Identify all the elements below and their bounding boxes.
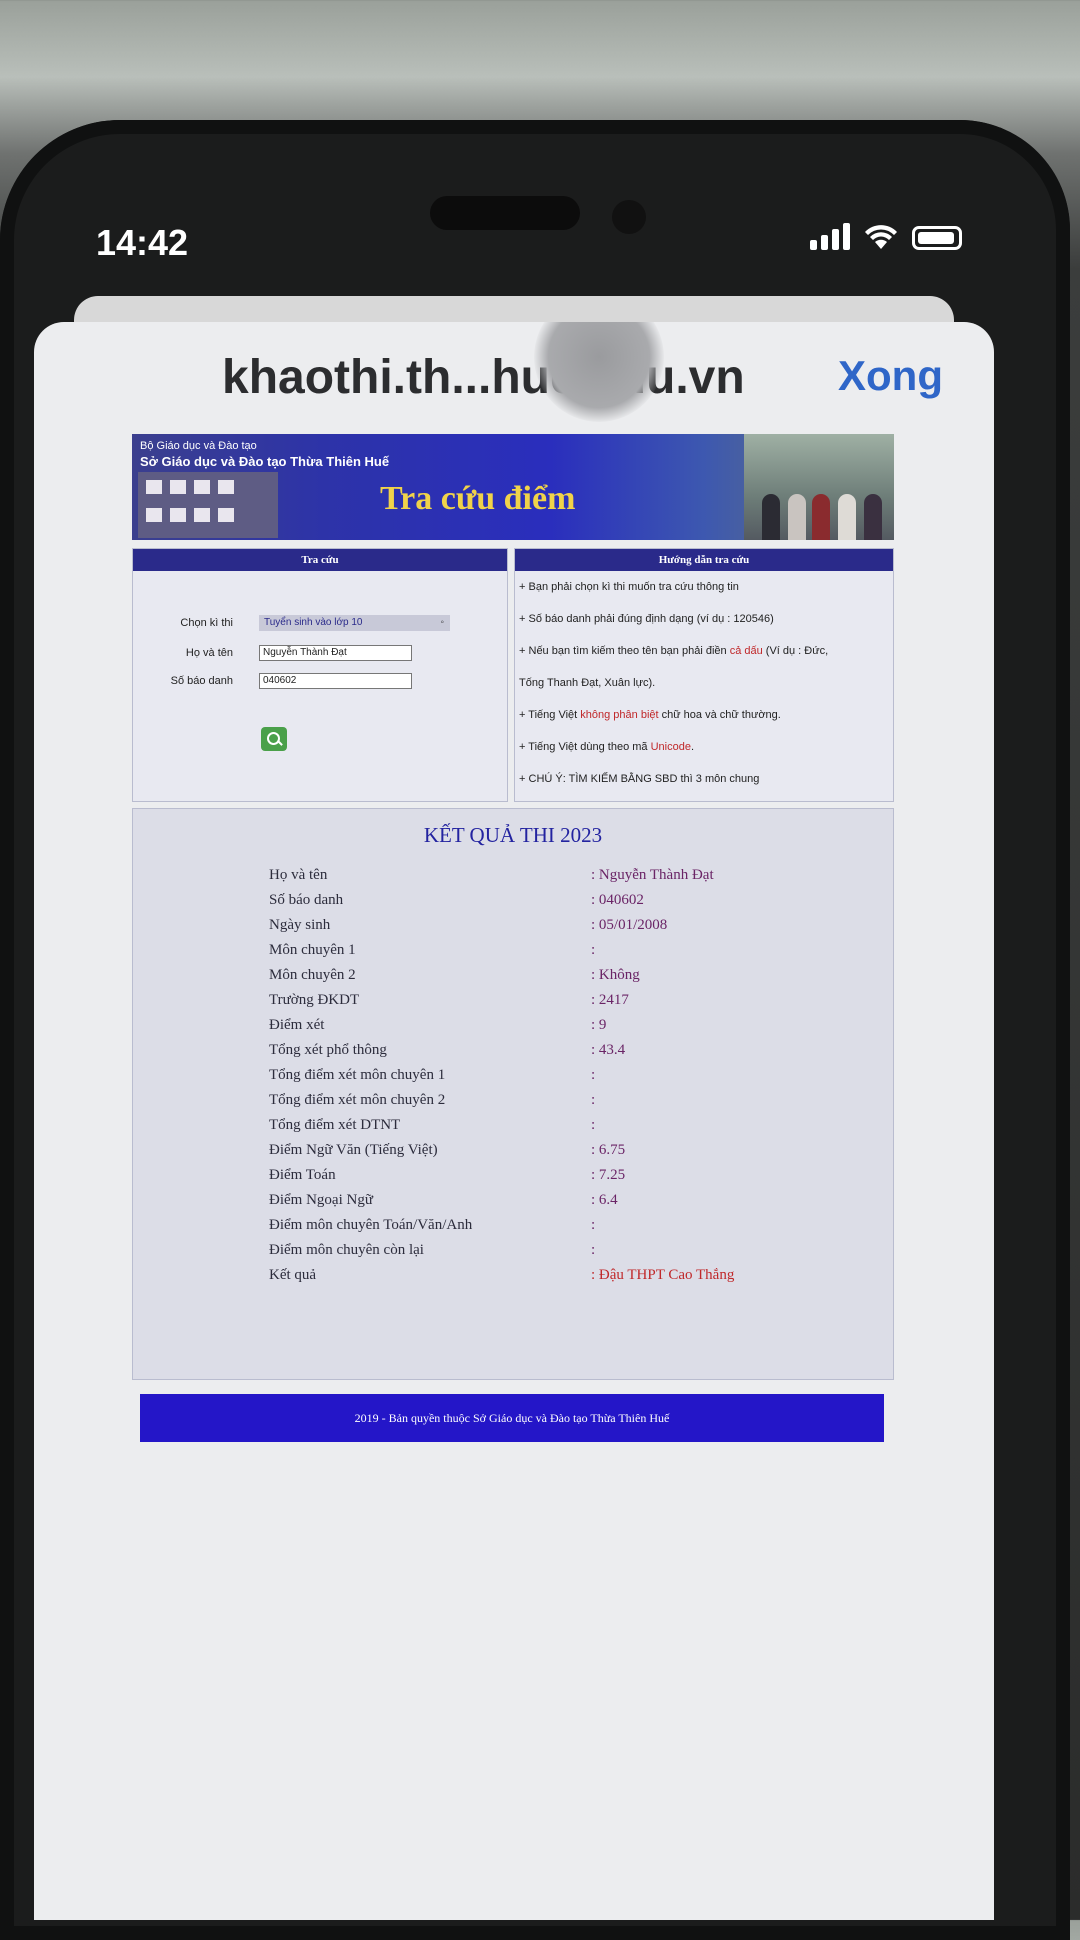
search-panel-header: Tra cứu xyxy=(133,549,508,571)
result-value: : 43.4 xyxy=(591,1042,626,1058)
result-label: Môn chuyên 2 xyxy=(269,967,356,983)
sbd-input[interactable]: 040602 xyxy=(259,673,412,689)
result-label: Tổng điểm xét môn chuyên 1 xyxy=(269,1067,446,1083)
result-row: Điểm Ngoại Ngữ : 6.4 xyxy=(269,1192,809,1212)
sbd-label: Số báo danh xyxy=(170,675,233,687)
result-row: Tổng điểm xét DTNT: xyxy=(269,1117,809,1137)
result-label: Điểm môn chuyên Toán/Văn/Anh xyxy=(269,1217,473,1233)
result-value: : 040602 xyxy=(591,892,644,908)
result-title: KẾT QUẢ THI 2023 xyxy=(423,823,603,847)
guide-line-7: + CHÚ Ý: TÌM KIẾM BẰNG SBD thì 3 môn chu… xyxy=(519,773,760,785)
exam-select[interactable]: Tuyển sinh vào lớp 10 ◦ xyxy=(259,615,450,631)
result-row: Điểm môn chuyên còn lại: xyxy=(269,1242,809,1262)
select-arrow-icon: ◦ xyxy=(440,617,444,628)
result-value: : xyxy=(591,1092,596,1108)
url-label[interactable]: khaothi.th...hue.edu.vn xyxy=(222,350,745,405)
browser-top-bar: khaothi.th...hue.edu.vn Xong xyxy=(34,322,994,442)
guide-line-1: + Bạn phải chọn kì thi muốn tra cứu thôn… xyxy=(519,581,739,593)
result-label: Điểm môn chuyên còn lại xyxy=(269,1242,424,1258)
result-value: : xyxy=(591,1117,596,1133)
result-value: : 6.4 xyxy=(591,1192,618,1208)
department-name: Sở Giáo dục và Đào tạo Thừa Thiên Huế xyxy=(140,454,390,469)
result-value: : 9 xyxy=(591,1017,607,1033)
done-button[interactable]: Xong xyxy=(838,352,943,400)
status-time: 14:42 xyxy=(96,222,189,263)
status-icons xyxy=(810,222,962,250)
name-label: Họ và tên xyxy=(185,647,233,659)
guide-line-2: + Số báo danh phải đúng định dạng (ví dụ… xyxy=(519,613,774,625)
result-label: Trường ĐKDT xyxy=(269,992,360,1008)
guide-panel: Hướng dẫn tra cứu + Bạn phải chọn kì thi… xyxy=(514,548,894,802)
result-row: Tổng điểm xét môn chuyên 1: xyxy=(269,1067,809,1087)
guide-line-3: + Nếu bạn tìm kiếm theo tên bạn phải điề… xyxy=(519,645,829,657)
result-value: : 05/01/2008 xyxy=(591,917,668,933)
result-row: Số báo danh : 040602 xyxy=(269,892,809,912)
result-label: Điểm Ngoại Ngữ xyxy=(269,1192,373,1208)
result-row: Kết quả : Đậu THPT Cao Thắng xyxy=(269,1267,809,1287)
result-row: Tổng điểm xét môn chuyên 2: xyxy=(269,1092,809,1112)
result-value: : xyxy=(591,1242,596,1258)
result-label: Điểm Toán xyxy=(269,1167,336,1183)
result-value: : 2417 xyxy=(591,992,629,1008)
result-label: Ngày sinh xyxy=(269,917,331,933)
exam-label: Chọn kì thi xyxy=(180,617,233,629)
result-value: : xyxy=(591,942,596,958)
result-row: Ngày sinh : 05/01/2008 xyxy=(269,917,809,937)
result-row: Điểm Toán : 7.25 xyxy=(269,1167,809,1187)
result-panel: KẾT QUẢ THI 2023 Họ và tên : Nguyễn Thành… xyxy=(132,808,894,1380)
site-banner: Bộ Giáo dục và Đào tạo Sở Giáo dục và Đà… xyxy=(132,434,894,540)
battery-icon xyxy=(912,226,962,250)
banner-title: Tra cứu điểm xyxy=(380,480,576,517)
building-image xyxy=(138,472,278,538)
browser-sheet: khaothi.th...hue.edu.vn Xong Bộ Giáo dục… xyxy=(34,322,994,1920)
result-label: Tổng điểm xét môn chuyên 2 xyxy=(269,1092,446,1108)
result-row: Môn chuyên 2 : Không xyxy=(269,967,809,987)
search-panel: Tra cứu Chọn kì thi Tuyển sinh vào lớp 1… xyxy=(132,548,509,802)
result-row: Môn chuyên 1: xyxy=(269,942,809,962)
result-label: Kết quả xyxy=(269,1267,317,1283)
result-value: : 7.25 xyxy=(591,1167,626,1183)
guide-panel-header: Hướng dẫn tra cứu xyxy=(515,549,893,571)
page-footer: 2019 - Bản quyền thuộc Sở Giáo dục và Đà… xyxy=(140,1394,884,1442)
front-camera xyxy=(612,200,646,234)
result-value: : 6.75 xyxy=(591,1142,626,1158)
result-row: Trường ĐKDT : 2417 xyxy=(269,992,809,1012)
signal-icon xyxy=(810,222,850,250)
result-label: Họ và tên xyxy=(269,867,328,883)
result-label: Điểm Ngữ Văn (Tiếng Việt) xyxy=(269,1142,438,1158)
result-value: : Nguyễn Thành Đạt xyxy=(591,867,714,883)
search-button[interactable] xyxy=(261,727,287,751)
name-input[interactable]: Nguyễn Thành Đạt xyxy=(259,645,412,661)
result-label: Tổng xét phổ thông xyxy=(269,1042,387,1058)
guide-line-5: + Tiếng Việt không phân biệt chữ hoa và … xyxy=(519,709,781,721)
result-label: Số báo danh xyxy=(269,892,344,908)
ministry-name: Bộ Giáo dục và Đào tạo xyxy=(140,440,257,452)
result-row: Tổng xét phổ thông : 43.4 xyxy=(269,1042,809,1062)
result-value: : xyxy=(591,1217,596,1233)
result-row: Họ và tên : Nguyễn Thành Đạt xyxy=(269,867,809,887)
web-page: Bộ Giáo dục và Đào tạo Sở Giáo dục và Đà… xyxy=(132,434,894,1380)
guide-line-6: + Tiếng Việt dùng theo mã Unicode. xyxy=(519,741,695,753)
result-label: Môn chuyên 1 xyxy=(269,942,356,958)
students-photo xyxy=(744,434,894,540)
wifi-icon xyxy=(864,224,898,250)
exam-select-value: Tuyển sinh vào lớp 10 xyxy=(264,617,363,628)
result-row: Điểm xét : 9 xyxy=(269,1017,809,1037)
result-value: : Đậu THPT Cao Thắng xyxy=(591,1267,735,1283)
speaker-notch xyxy=(430,196,580,230)
result-row: Điểm Ngữ Văn (Tiếng Việt) : 6.75 xyxy=(269,1142,809,1162)
result-row: Điểm môn chuyên Toán/Văn/Anh: xyxy=(269,1217,809,1237)
guide-line-4: Tống Thanh Đạt, Xuân lực). xyxy=(519,677,656,689)
result-label: Điểm xét xyxy=(269,1017,325,1033)
finger-blur xyxy=(534,322,664,422)
result-value: : xyxy=(591,1067,596,1083)
result-label: Tổng điểm xét DTNT xyxy=(269,1117,401,1133)
result-value: : Không xyxy=(591,967,640,983)
